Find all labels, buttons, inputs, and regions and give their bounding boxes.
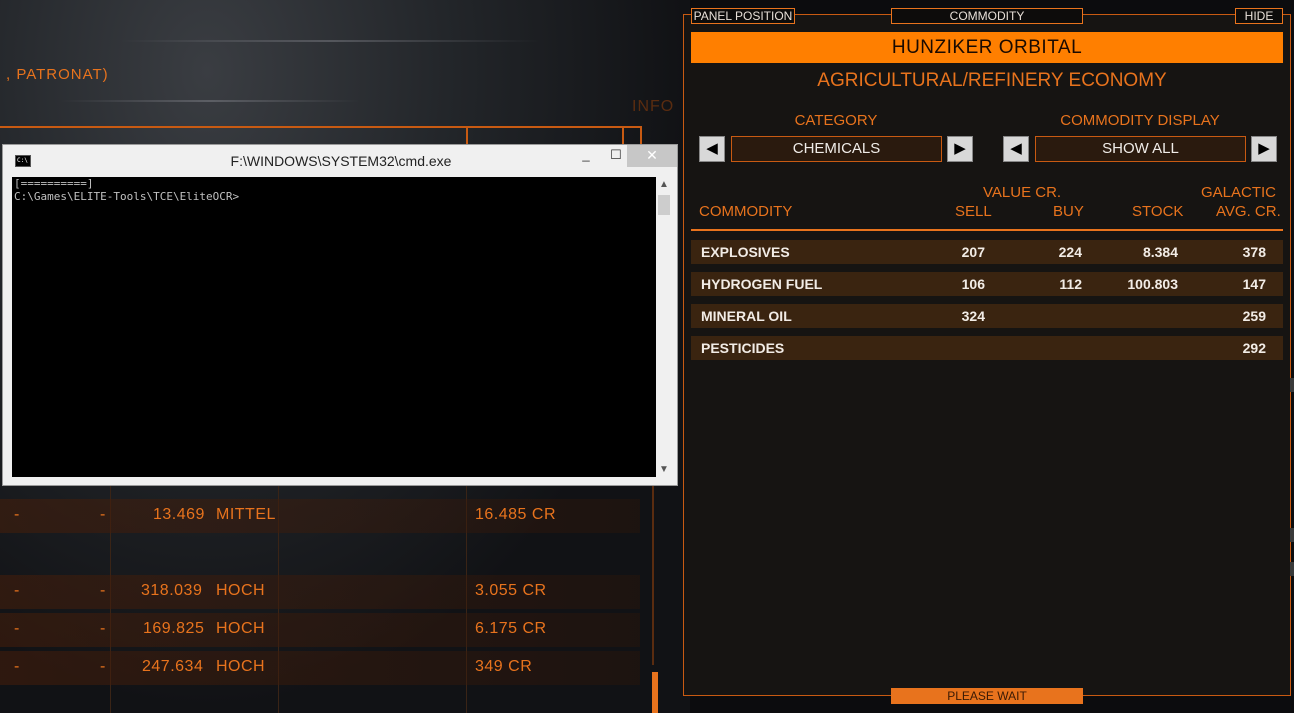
console-titlebar[interactable]: C:\ F:\WINDOWS\SYSTEM32\cmd.exe _ ☐ ✕ [3, 145, 677, 177]
commodity-tab[interactable]: COMMODITY [891, 8, 1083, 24]
economy-type: AGRICULTURAL/REFINERY ECONOMY [817, 70, 1167, 91]
market-row[interactable]: - - 247.634 HOCH 349 CR [0, 651, 640, 685]
galactic-avg: 147 [1242, 276, 1266, 292]
progress-line: [==========] [14, 177, 94, 190]
display-prev-button[interactable]: ◀ [1003, 136, 1029, 162]
buy-price: 224 [1058, 244, 1082, 260]
console-scrollbar[interactable]: ▲ ▼ [656, 177, 672, 477]
chevron-left-icon: ◀ [1010, 140, 1022, 157]
market-cell: - [14, 620, 20, 637]
category-label: CATEGORY [794, 112, 878, 129]
market-cell: - [14, 658, 20, 675]
sell-price: 207 [961, 244, 985, 260]
header-value-cr: VALUE CR. [983, 184, 1062, 201]
edge-marker [1290, 378, 1294, 392]
commodity-row[interactable]: EXPLOSIVES 207 224 8.384 378 [691, 240, 1283, 264]
console-window[interactable]: C:\ F:\WINDOWS\SYSTEM32\cmd.exe _ ☐ ✕ [=… [2, 144, 678, 486]
scroll-up-icon[interactable]: ▲ [656, 179, 672, 190]
market-supply: 318.039 [141, 582, 203, 599]
galactic-avg: 292 [1242, 340, 1266, 356]
scroll-indicator [652, 672, 658, 713]
market-row[interactable]: - - 169.825 HOCH 6.175 CR [0, 613, 640, 647]
edge-marker [1290, 528, 1294, 542]
commodity-display-label: COMMODITY DISPLAY [1060, 112, 1220, 129]
category-next-button[interactable]: ▶ [947, 136, 973, 162]
chevron-right-icon: ▶ [954, 140, 966, 157]
galactic-avg: 378 [1242, 244, 1266, 260]
faction-fragment: , PATRONAT) [6, 66, 109, 83]
prompt-line: C:\Games\ELITE-Tools\TCE\EliteOCR> [14, 190, 240, 203]
market-level: HOCH [216, 620, 266, 637]
background-streak [60, 100, 360, 102]
header-sell[interactable]: SELL [955, 203, 992, 220]
market-price: 6.175 CR [475, 620, 547, 637]
edge-marker [1290, 562, 1294, 576]
commodity-name: PESTICIDES [701, 340, 785, 356]
category-prev-button[interactable]: ◀ [699, 136, 725, 162]
display-next-button[interactable]: ▶ [1251, 136, 1277, 162]
panel-position-tab[interactable]: PANEL POSITION [691, 8, 795, 24]
market-cell: - [100, 582, 106, 599]
header-avg-cr[interactable]: AVG. CR. [1216, 203, 1281, 220]
header-stock[interactable]: STOCK [1132, 203, 1183, 220]
commodity-row[interactable]: HYDROGEN FUEL 106 112 100.803 147 [691, 272, 1283, 296]
commodity-row[interactable]: MINERAL OIL 324 259 [691, 304, 1283, 328]
chevron-right-icon: ▶ [1258, 140, 1270, 157]
market-price: 16.485 CR [475, 506, 556, 523]
background-streak [120, 40, 540, 42]
market-row[interactable]: - - 318.039 HOCH 3.055 CR [0, 575, 640, 609]
commodity-name: EXPLOSIVES [701, 244, 790, 260]
market-price: 3.055 CR [475, 582, 547, 599]
scroll-thumb[interactable] [658, 195, 670, 215]
sell-price: 324 [961, 308, 985, 324]
scroll-down-icon[interactable]: ▼ [656, 464, 672, 475]
commodity-name: MINERAL OIL [701, 308, 792, 324]
commodity-display-select[interactable]: SHOW ALL [1035, 136, 1246, 162]
commodity-name: HYDROGEN FUEL [701, 276, 823, 292]
header-galactic: GALACTIC [1201, 184, 1277, 201]
market-cell: - [14, 582, 20, 599]
hide-button[interactable]: HIDE [1235, 8, 1283, 24]
market-cell: - [100, 658, 106, 675]
header-buy[interactable]: BUY [1053, 203, 1084, 220]
close-button[interactable]: ✕ [627, 145, 677, 167]
market-cell: - [14, 506, 20, 523]
commodity-row[interactable]: PESTICIDES 292 [691, 336, 1283, 360]
market-cell: - [100, 506, 106, 523]
chevron-left-icon: ◀ [706, 140, 718, 157]
market-row[interactable]: - - 13.469 MITTEL 16.485 CR [0, 499, 640, 533]
header-divider [691, 229, 1283, 231]
market-supply: 169.825 [143, 620, 205, 637]
station-name: HUNZIKER ORBITAL [691, 32, 1283, 63]
market-level: MITTEL [216, 506, 276, 523]
market-price: 349 CR [475, 658, 533, 675]
header-commodity[interactable]: COMMODITY [699, 203, 792, 220]
buy-price: 112 [1059, 276, 1082, 292]
stock: 100.803 [1127, 276, 1178, 292]
category-select[interactable]: CHEMICALS [731, 136, 942, 162]
info-fragment: INFO [632, 98, 675, 115]
stock: 8.384 [1142, 244, 1178, 260]
market-cell: - [100, 620, 106, 637]
console-output[interactable]: [==========] C:\Games\ELITE-Tools\TCE\Eli… [12, 177, 656, 477]
market-supply: 13.469 [153, 506, 205, 523]
market-level: HOCH [216, 582, 266, 599]
market-level: HOCH [216, 658, 266, 675]
market-supply: 247.634 [142, 658, 204, 675]
market-table-frame [0, 126, 640, 128]
minimize-button[interactable]: _ [571, 145, 601, 167]
galactic-avg: 259 [1242, 308, 1266, 324]
sell-price: 106 [961, 276, 985, 292]
status-bar: PLEASE WAIT [891, 688, 1083, 704]
